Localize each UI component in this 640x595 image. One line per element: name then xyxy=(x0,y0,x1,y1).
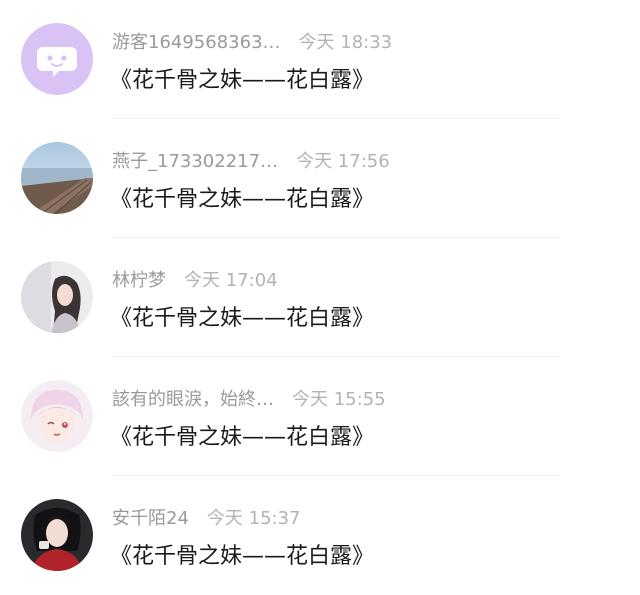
message-text[interactable]: 《花千骨之妹——花白露》 xyxy=(110,181,374,213)
message-row[interactable]: 燕子_173302217… 今天 17:56 《花千骨之妹——花白露》 xyxy=(0,119,640,238)
message-text[interactable]: 《花千骨之妹——花白露》 xyxy=(110,419,374,451)
message-time: 今天 17:04 xyxy=(184,270,278,291)
message-text[interactable]: 《花千骨之妹——花白露》 xyxy=(110,538,374,570)
sender-name[interactable]: 該有的眼淚，始終… xyxy=(112,385,274,411)
message-time: 今天 15:55 xyxy=(292,389,386,410)
message-row[interactable]: 安千陌24 今天 15:37 《花千骨之妹——花白露》 xyxy=(0,476,640,595)
default-chat-avatar-icon[interactable] xyxy=(21,23,93,95)
name-line: 林柠梦 今天 17:04 xyxy=(112,266,278,292)
message-time: 今天 18:33 xyxy=(298,32,393,53)
sender-name[interactable]: 安千陌24 xyxy=(112,504,189,530)
name-line: 燕子_173302217… 今天 17:56 xyxy=(112,147,390,173)
name-line: 安千陌24 今天 15:37 xyxy=(112,504,301,530)
message-time: 今天 17:56 xyxy=(296,151,390,172)
message-row[interactable]: 游客1649568363… 今天 18:33 《花千骨之妹——花白露》 xyxy=(0,0,640,119)
message-row[interactable]: 林柠梦 今天 17:04 《花千骨之妹——花白露》 xyxy=(0,238,640,357)
costume-woman-avatar[interactable] xyxy=(21,499,93,571)
anime-girl-avatar[interactable] xyxy=(21,380,93,452)
message-text[interactable]: 《花千骨之妹——花白露》 xyxy=(110,62,374,94)
message-time: 今天 15:37 xyxy=(206,508,301,529)
message-row[interactable]: 該有的眼淚，始終… 今天 15:55 《花千骨之妹——花白露》 xyxy=(0,357,640,476)
message-list: 游客1649568363… 今天 18:33 《花千骨之妹——花白露》 燕子_1… xyxy=(0,0,640,594)
sender-name[interactable]: 燕子_173302217… xyxy=(112,147,278,173)
name-line: 該有的眼淚，始終… 今天 15:55 xyxy=(112,385,386,411)
name-line: 游客1649568363… 今天 18:33 xyxy=(112,28,392,54)
sender-name[interactable]: 游客1649568363… xyxy=(112,28,281,54)
sender-name[interactable]: 林柠梦 xyxy=(112,266,166,292)
pier-photo-avatar[interactable] xyxy=(21,142,93,214)
message-text[interactable]: 《花千骨之妹——花白露》 xyxy=(110,300,374,332)
girl-photo-avatar[interactable] xyxy=(21,261,93,333)
